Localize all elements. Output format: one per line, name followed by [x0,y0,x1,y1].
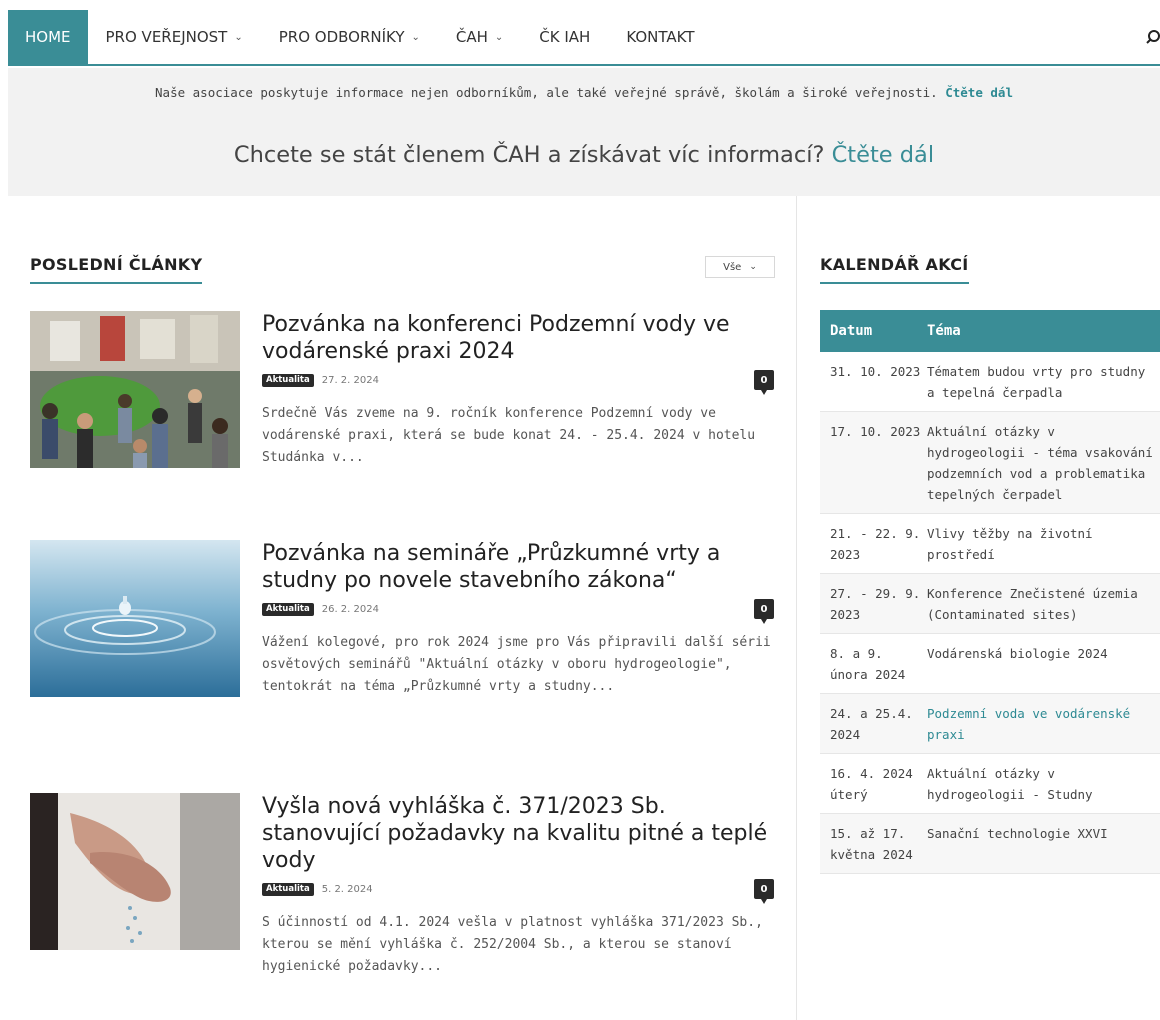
event-date: 27. - 29. 9. 2023 [830,586,921,622]
article-meta: Aktualita 27. 2. 2024 0 [262,370,774,395]
article-thumbnail-hands-water[interactable] [30,793,240,950]
event-date: 31. 10. 2023 [830,364,921,379]
article-meta: Aktualita 26. 2. 2024 0 [262,599,774,624]
comment-count-badge[interactable]: 0 [754,879,774,904]
table-row: 21. - 22. 9. 2023 Vlivy těžby na životní… [820,514,1160,574]
table-row: 15. až 17. května 2024 Sanační technolog… [820,814,1160,874]
event-date: 8. a 9. února 2024 [830,646,906,682]
chevron-down-icon: ⌄ [411,31,420,43]
table-row: 8. a 9. února 2024 Vodárenská biologie 2… [820,634,1160,694]
membership-read-more-link[interactable]: Čtěte dál [832,142,935,168]
search-button[interactable] [1146,10,1160,64]
event-topic: Aktuální otázky v hydrogeologii - téma v… [927,424,1153,502]
chevron-down-icon: ⌄ [234,31,243,43]
main-nav: HOME PRO VEŘEJNOST ⌄ PRO ODBORNÍKY ⌄ ČAH ⌄ … [8,10,1160,66]
event-topic: Konference Znečistené územia (Contaminat… [927,586,1138,622]
article-body: Vyšla nová vyhláška č. 371/2023 Sb. stan… [262,793,774,978]
table-row: 16. 4. 2024 úterý Aktuální otázky v hydr… [820,754,1160,814]
category-filter-select[interactable]: Vše ⌄ [705,256,775,278]
membership-callout-text: Chcete se stát členem ČAH a získávat víc… [233,142,825,168]
nav-label: PRO ODBORNÍKY [278,28,405,46]
category-badge[interactable]: Aktualita [262,373,314,387]
events-calendar-table: Datum Téma 31. 10. 2023 Tématem budou vr… [820,310,1160,874]
notice-small-read-more-link[interactable]: Čtěte dál [945,85,1013,100]
event-date: 17. 10. 2023 [830,424,921,439]
table-row: 31. 10. 2023 Tématem budou vrty pro stud… [820,352,1160,412]
nav-label: ČAH [455,28,488,46]
article-body: Pozvánka na konferenci Podzemní vody ve … [262,311,774,469]
nav-label: ČK IAH [539,28,591,46]
nav-item-pro-verejnost[interactable]: PRO VEŘEJNOST ⌄ [88,10,261,64]
notice-small-message: Naše asociace poskytuje informace nejen … [155,85,938,100]
comment-count-badge[interactable]: 0 [754,370,774,395]
article-excerpt: Srdečně Vás zveme na 9. ročník konferenc… [262,406,756,465]
article-title-link[interactable]: Pozvánka na semináře „Průzkumné vrty a s… [262,540,774,594]
chevron-down-icon: ⌄ [749,262,757,272]
nav-item-ck-iah[interactable]: ČK IAH [521,10,608,64]
event-topic-link[interactable]: Podzemní voda ve vodárenské praxi [927,703,1160,745]
nav-item-pro-odborniky[interactable]: PRO ODBORNÍKY ⌄ [261,10,438,64]
article-item: Vyšla nová vyhláška č. 371/2023 Sb. stan… [30,793,778,1013]
table-row: 17. 10. 2023 Aktuální otázky v hydrogeol… [820,412,1160,514]
table-row: 24. a 25.4. 2024 Podzemní voda ve vodáre… [820,694,1160,754]
nav-item-home[interactable]: HOME [8,10,88,64]
event-date: 24. a 25.4. 2024 [830,706,913,742]
calendar-header-row: Datum Téma [820,310,1160,352]
notice-small-text: Naše asociace poskytuje informace nejen … [8,85,1160,100]
article-date: 26. 2. 2024 [321,603,379,615]
event-topic: Aktuální otázky v hydrogeologii - Studny [927,766,1093,802]
nav-label: KONTAKT [626,28,695,46]
search-icon [1146,30,1160,44]
article-date: 27. 2. 2024 [321,374,379,386]
article-date: 5. 2. 2024 [321,883,373,895]
event-topic: Vodárenská biologie 2024 [927,646,1108,661]
hands-water-image [30,793,240,950]
article-thumbnail-conference[interactable] [30,311,240,468]
conference-crowd-image [30,311,240,468]
category-badge[interactable]: Aktualita [262,602,314,616]
article-title-link[interactable]: Vyšla nová vyhláška č. 371/2023 Sb. stan… [262,793,774,874]
column-divider [796,196,797,1020]
article-title-link[interactable]: Pozvánka na konferenci Podzemní vody ve … [262,311,774,365]
event-date: 21. - 22. 9. 2023 [830,526,921,562]
event-topic: Tématem budou vrty pro studny a tepelná … [927,364,1146,400]
article-thumbnail-water[interactable] [30,540,240,697]
article-meta: Aktualita 5. 2. 2024 0 [262,879,774,904]
column-header-topic: Téma [927,323,961,339]
calendar-rows: 31. 10. 2023 Tématem budou vrty pro stud… [820,352,1160,874]
comment-count-badge[interactable]: 0 [754,599,774,624]
membership-callout: Chcete se stát členem ČAH a získávat víc… [8,142,1160,168]
event-topic: Sanační technologie XXVI [927,826,1108,841]
article-excerpt: S účinností od 4.1. 2024 vešla v platnos… [262,915,763,974]
article-item: Pozvánka na semináře „Průzkumné vrty a s… [30,540,778,760]
water-drop-image [30,540,240,697]
article-item: Pozvánka na konferenci Podzemní vody ve … [30,311,778,511]
filter-value: Vše [723,261,742,273]
event-date: 16. 4. 2024 úterý [830,766,913,802]
event-topic: Vlivy těžby na životní prostředí [927,526,1093,562]
notice-band: Naše asociace poskytuje informace nejen … [8,68,1160,196]
table-row: 27. - 29. 9. 2023 Konference Znečistené … [820,574,1160,634]
nav-item-kontakt[interactable]: KONTAKT [608,10,712,64]
article-body: Pozvánka na semináře „Průzkumné vrty a s… [262,540,774,698]
category-badge[interactable]: Aktualita [262,882,314,896]
column-header-date: Datum [830,323,873,339]
event-date: 15. až 17. května 2024 [830,826,913,862]
calendar-section-title: KALENDÁŘ AKCÍ [820,255,969,284]
chevron-down-icon: ⌄ [494,31,504,43]
nav-item-cah[interactable]: ČAH ⌄ [438,10,521,64]
nav-label: PRO VEŘEJNOST [105,28,228,46]
articles-section-title: POSLEDNÍ ČLÁNKY [30,255,203,284]
nav-label: HOME [25,28,71,46]
article-excerpt: Vážení kolegové, pro rok 2024 jsme pro V… [262,635,771,694]
